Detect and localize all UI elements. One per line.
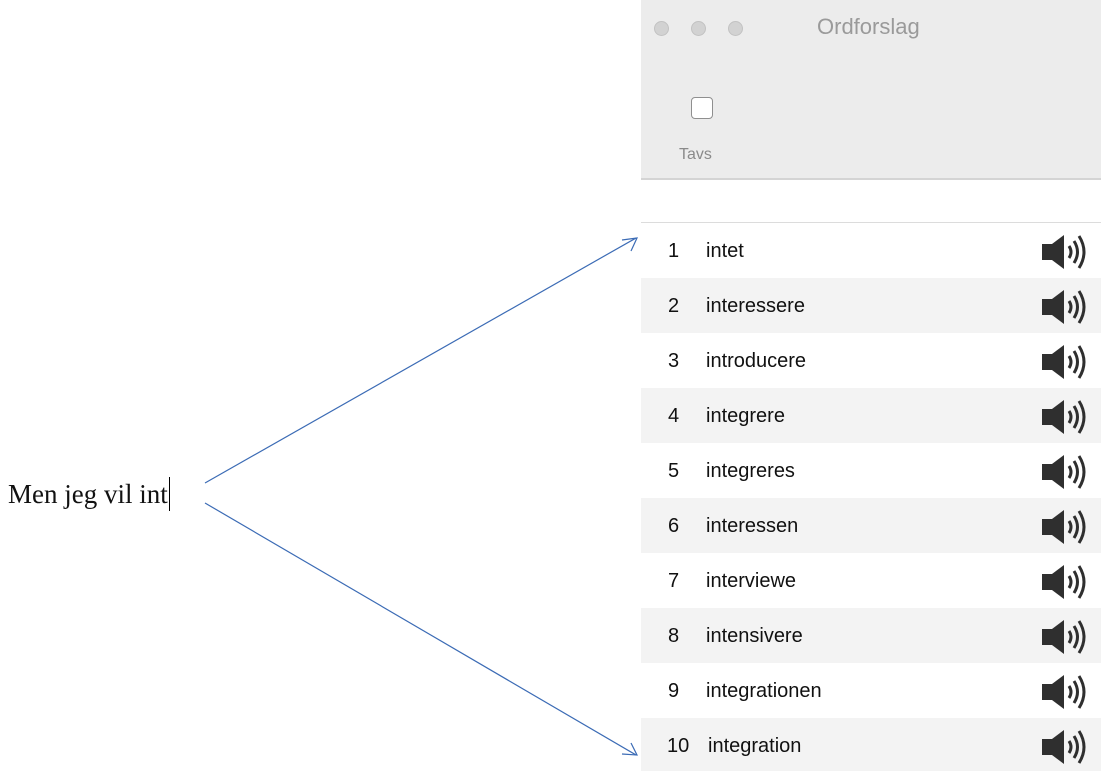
suggestion-number: 2	[668, 295, 680, 317]
suggestion-row-4[interactable]: 4 integrere	[641, 388, 1101, 443]
speaker-icon[interactable]	[1040, 562, 1101, 602]
suggestion-row-5[interactable]: 5 integreres	[641, 443, 1101, 498]
suggestion-number: 4	[668, 405, 680, 427]
suggestion-number: 5	[668, 460, 680, 482]
suggestion-word: integrationen	[706, 680, 822, 702]
suggestion-row-3[interactable]: 3 introducere	[641, 333, 1101, 388]
suggestion-number: 1	[668, 240, 680, 262]
suggestion-row-7[interactable]: 7 interviewe	[641, 553, 1101, 608]
suggestion-word: interessen	[706, 515, 799, 537]
speaker-icon[interactable]	[1040, 342, 1101, 382]
arrowhead-bottom	[621, 742, 639, 756]
speaker-icon[interactable]	[1040, 672, 1101, 712]
suggestion-word: integreres	[706, 460, 795, 482]
speaker-icon[interactable]	[1040, 287, 1101, 327]
suggestion-word: interviewe	[706, 570, 797, 592]
suggestion-number: 10	[667, 735, 690, 757]
suggestion-word: introducere	[706, 350, 807, 372]
suggestion-row-8[interactable]: 8 intensivere	[641, 608, 1101, 663]
suggestion-row-10[interactable]: 10 integration	[641, 718, 1101, 771]
speaker-icon[interactable]	[1040, 452, 1101, 492]
suggestion-row-6[interactable]: 6 interessen	[641, 498, 1101, 553]
suggestion-number: 7	[668, 570, 680, 592]
suggestion-row-9[interactable]: 9 integrationen	[641, 663, 1101, 718]
close-window-button[interactable]	[654, 21, 669, 36]
arrow-line-top	[204, 237, 637, 484]
suggestion-number: 8	[668, 625, 680, 647]
word-suggestion-window: Ordforslag Tavs 1 intet 2 interessere 3 …	[641, 0, 1101, 771]
mute-checkbox[interactable]	[691, 97, 713, 119]
suggestion-word: integration	[708, 735, 802, 757]
zoom-window-button[interactable]	[728, 21, 743, 36]
suggestion-number: 6	[668, 515, 680, 537]
window-toolbar: Ordforslag Tavs	[641, 0, 1101, 180]
speaker-icon[interactable]	[1040, 397, 1101, 437]
suggestion-row-2[interactable]: 2 interessere	[641, 278, 1101, 333]
suggestion-list: 1 intet 2 interessere 3 introducere 4 in…	[641, 222, 1101, 771]
suggestion-word: intensivere	[706, 625, 803, 647]
speaker-icon[interactable]	[1040, 617, 1101, 657]
speaker-icon[interactable]	[1040, 507, 1101, 547]
suggestion-number: 3	[668, 350, 680, 372]
arrow-line-bottom	[204, 502, 637, 756]
suggestion-number: 9	[668, 680, 680, 702]
suggestion-word: interessere	[706, 295, 805, 317]
speaker-icon[interactable]	[1040, 232, 1101, 272]
suggestion-row-1[interactable]: 1 intet	[641, 223, 1101, 278]
suggestion-word: intet	[706, 240, 744, 262]
window-title: Ordforslag	[817, 14, 920, 39]
minimize-window-button[interactable]	[691, 21, 706, 36]
speaker-icon[interactable]	[1040, 727, 1101, 767]
suggestion-word: integrere	[706, 405, 785, 427]
mute-label: Tavs	[679, 146, 712, 163]
